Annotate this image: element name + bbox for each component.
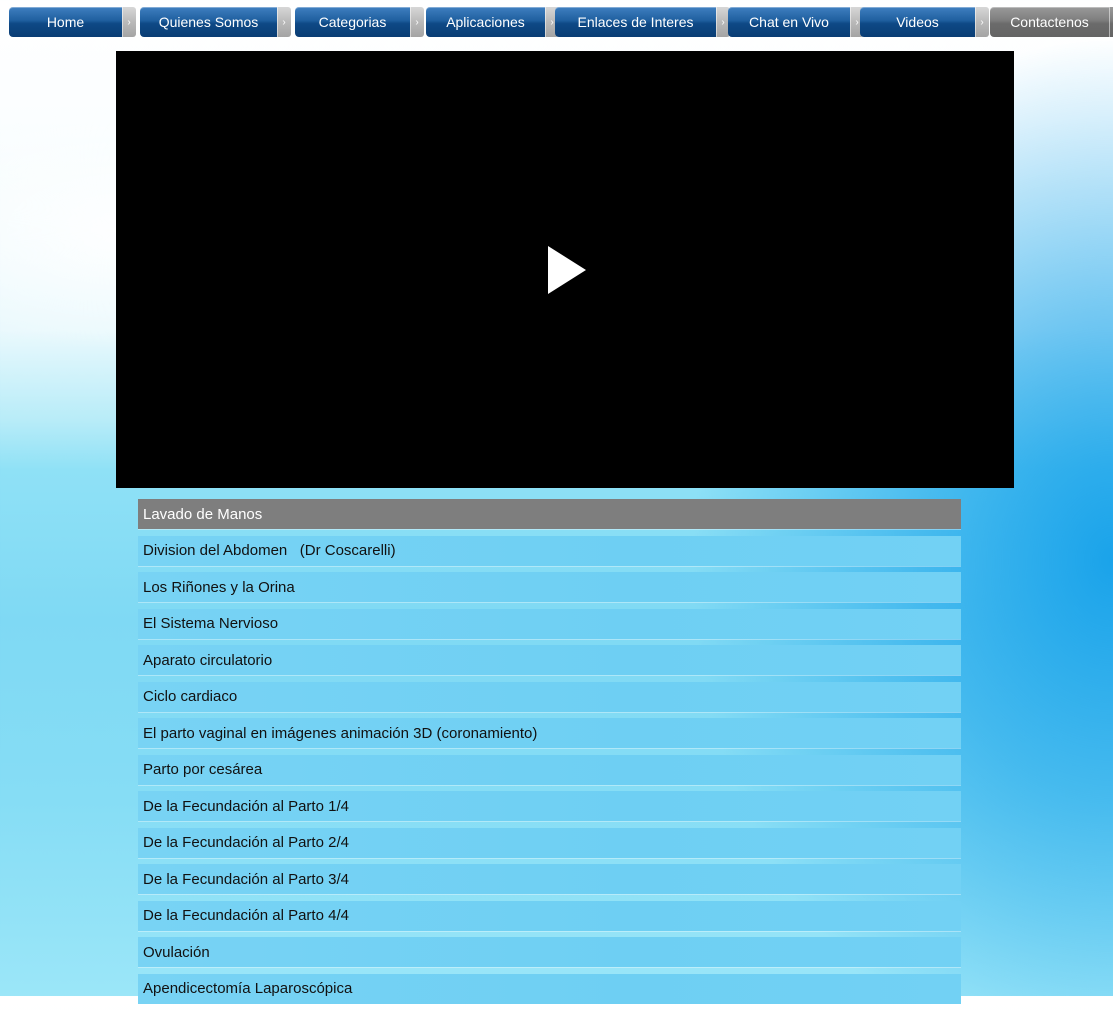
nav-videos-label: Videos — [896, 14, 939, 30]
playlist-item[interactable]: Parto por cesárea — [138, 754, 961, 785]
playlist-item[interactable]: Ciclo cardiaco — [138, 681, 961, 712]
nav-chat-en-vivo-button[interactable]: Chat en Vivo — [728, 7, 850, 37]
chevron-right-icon[interactable]: › — [277, 7, 291, 37]
play-icon — [548, 246, 586, 294]
playlist-item[interactable]: Aparato circulatorio — [138, 645, 961, 675]
playlist-item[interactable]: De la Fecundación al Parto 2/4 — [138, 827, 961, 858]
playlist-item[interactable]: Division del Abdomen (Dr Coscarelli) — [138, 535, 961, 566]
nav-contactenos-label: Contactenos — [1010, 14, 1089, 30]
playlist-item[interactable]: De la Fecundación al Parto 3/4 — [138, 864, 961, 894]
chevron-right-icon[interactable]: › — [1109, 7, 1113, 37]
video-player[interactable] — [116, 51, 1014, 488]
playlist-item[interactable]: El Sistema Nervioso — [138, 608, 961, 639]
video-playlist: Lavado de Manos Division del Abdomen (Dr… — [138, 499, 961, 1010]
nav-categorias-label: Categorias — [318, 14, 387, 30]
playlist-item[interactable]: De la Fecundación al Parto 1/4 — [138, 791, 961, 821]
nav-categorias-button[interactable]: Categorias — [295, 7, 410, 37]
nav-enlaces-de-interes-button[interactable]: Enlaces de Interes — [555, 7, 716, 37]
playlist-item[interactable]: Apendicectomía Laparoscópica — [138, 973, 961, 1004]
nav-item-home[interactable]: Home › — [9, 7, 136, 37]
playlist-item[interactable]: El parto vaginal en imágenes animación 3… — [138, 718, 961, 748]
playlist-item[interactable]: Lavado de Manos — [138, 499, 961, 529]
nav-item-categorias[interactable]: Categorias › — [295, 7, 424, 37]
nav-item-chat-en-vivo[interactable]: Chat en Vivo › — [728, 7, 864, 37]
main-nav: Home › Quienes Somos › Categorias › Apli… — [9, 7, 1113, 37]
nav-home-button[interactable]: Home — [9, 7, 122, 37]
playlist-item[interactable]: De la Fecundación al Parto 4/4 — [138, 900, 961, 931]
nav-home-label: Home — [46, 14, 85, 30]
playlist-item[interactable]: Los Riñones y la Orina — [138, 572, 961, 602]
play-button[interactable] — [512, 217, 618, 323]
playlist-item[interactable]: Ovulación — [138, 937, 961, 967]
nav-item-quienes-somos[interactable]: Quienes Somos › — [140, 7, 291, 37]
chevron-right-icon[interactable]: › — [122, 7, 136, 37]
nav-videos-button[interactable]: Videos — [860, 7, 975, 37]
chevron-right-icon[interactable]: › — [410, 7, 424, 37]
nav-aplicaciones-label: Aplicaciones — [446, 14, 525, 30]
nav-enlaces-de-interes-label: Enlaces de Interes — [577, 14, 694, 30]
nav-quienes-somos-button[interactable]: Quienes Somos — [140, 7, 277, 37]
nav-item-aplicaciones[interactable]: Aplicaciones › — [426, 7, 559, 37]
nav-item-contactenos[interactable]: Contactenos › — [990, 7, 1113, 37]
nav-item-enlaces-de-interes[interactable]: Enlaces de Interes › — [555, 7, 730, 37]
nav-aplicaciones-button[interactable]: Aplicaciones — [426, 7, 545, 37]
chevron-right-icon[interactable]: › — [975, 7, 989, 37]
nav-item-videos[interactable]: Videos › — [860, 7, 989, 37]
nav-quienes-somos-label: Quienes Somos — [158, 14, 259, 30]
nav-chat-en-vivo-label: Chat en Vivo — [749, 14, 829, 30]
nav-contactenos-button[interactable]: Contactenos — [990, 7, 1109, 37]
